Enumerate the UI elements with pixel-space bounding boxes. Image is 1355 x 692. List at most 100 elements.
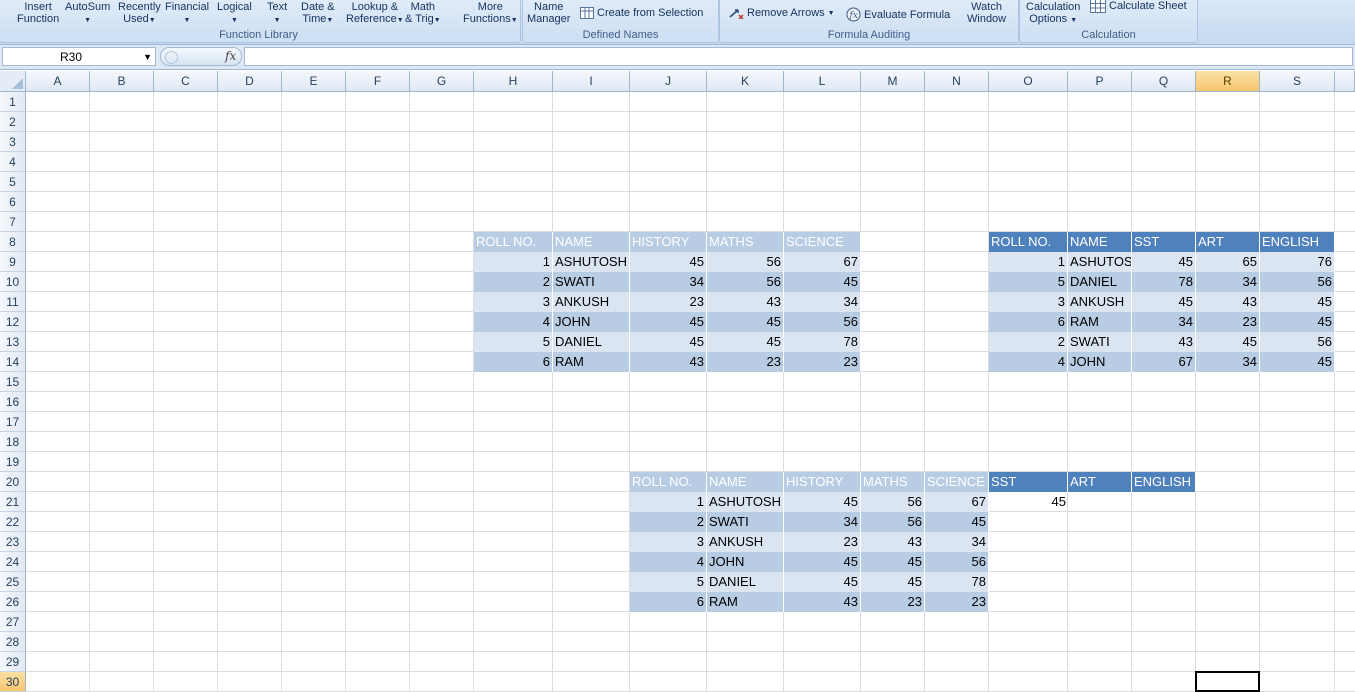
table2-header-cell[interactable]: SST xyxy=(1132,232,1196,252)
column-header-l[interactable]: L xyxy=(784,71,861,92)
table3-data-cell[interactable]: 56 xyxy=(861,492,925,512)
table2-data-cell[interactable]: 4 xyxy=(989,352,1068,372)
math-trig-button[interactable]: Math & Trig▼ xyxy=(405,1,441,27)
table2-data-cell[interactable]: DANIEL xyxy=(1068,272,1132,292)
table1-data-cell[interactable]: 34 xyxy=(630,272,707,292)
table1-data-cell[interactable]: 67 xyxy=(784,252,861,272)
table3-data-cell[interactable]: 5 xyxy=(630,572,707,592)
table3-data-cell[interactable]: 2 xyxy=(630,512,707,532)
table1-data-cell[interactable]: 23 xyxy=(630,292,707,312)
column-header-i[interactable]: I xyxy=(553,71,630,92)
table1-data-cell[interactable]: 45 xyxy=(707,312,784,332)
column-header-h[interactable]: H xyxy=(474,71,553,92)
row-header-13[interactable]: 13 xyxy=(0,332,26,352)
table1-data-cell[interactable]: DANIEL xyxy=(553,332,630,352)
table1-data-cell[interactable]: 56 xyxy=(784,312,861,332)
table1-data-cell[interactable]: 2 xyxy=(474,272,553,292)
table2-data-cell[interactable]: 65 xyxy=(1196,252,1260,272)
table2-data-cell[interactable]: ANKUSH xyxy=(1068,292,1132,312)
table1-data-cell[interactable]: 23 xyxy=(707,352,784,372)
table3-data-cell[interactable]: 34 xyxy=(925,532,989,552)
table1-data-cell[interactable]: 3 xyxy=(474,292,553,312)
table2-data-cell[interactable]: 45 xyxy=(1260,292,1335,312)
name-manager-button[interactable]: Name Manager xyxy=(527,1,570,25)
column-header-d[interactable]: D xyxy=(218,71,282,92)
row-header-15[interactable]: 15 xyxy=(0,372,26,392)
logical-button[interactable]: Logical ▼ xyxy=(217,1,252,27)
table3-header-cell[interactable]: ROLL NO. xyxy=(630,472,707,492)
row-header-19[interactable]: 19 xyxy=(0,452,26,472)
formula-bar-expand-icon[interactable] xyxy=(165,51,178,64)
name-box-dropdown-icon[interactable]: ▼ xyxy=(143,48,152,67)
column-header-o[interactable]: O xyxy=(989,71,1068,92)
table2-data-cell[interactable]: 76 xyxy=(1260,252,1335,272)
table3-data-cell[interactable]: 23 xyxy=(925,592,989,612)
row-header-30[interactable]: 30 xyxy=(0,672,26,692)
column-header-a[interactable]: A xyxy=(26,71,90,92)
table1-data-cell[interactable]: 45 xyxy=(707,332,784,352)
table3-data-cell[interactable]: RAM xyxy=(707,592,784,612)
column-header-partial[interactable] xyxy=(1335,71,1355,92)
row-header-27[interactable]: 27 xyxy=(0,612,26,632)
table1-header-cell[interactable]: ROLL NO. xyxy=(474,232,553,252)
column-header-r[interactable]: R xyxy=(1196,71,1260,92)
table3-data-cell[interactable]: 45 xyxy=(784,552,861,572)
table1-data-cell[interactable]: 56 xyxy=(707,252,784,272)
table2-data-cell[interactable]: 45 xyxy=(1196,332,1260,352)
table1-data-cell[interactable]: 23 xyxy=(784,352,861,372)
table3-data-cell[interactable]: 4 xyxy=(630,552,707,572)
table2-header-cell[interactable]: ENGLISH xyxy=(1260,232,1335,252)
table1-data-cell[interactable]: ANKUSH xyxy=(553,292,630,312)
table3-data-cell[interactable]: 34 xyxy=(784,512,861,532)
table3-data-cell[interactable]: ANKUSH xyxy=(707,532,784,552)
column-header-j[interactable]: J xyxy=(630,71,707,92)
table2-data-cell[interactable]: 34 xyxy=(1196,352,1260,372)
table2-data-cell[interactable]: 45 xyxy=(1132,252,1196,272)
column-header-c[interactable]: C xyxy=(154,71,218,92)
calculation-options-button[interactable]: Calculation Options ▼ xyxy=(1026,1,1080,27)
table3-data-cell[interactable]: 67 xyxy=(925,492,989,512)
row-header-20[interactable]: 20 xyxy=(0,472,26,492)
table3-data-cell[interactable]: JOHN xyxy=(707,552,784,572)
table3-data-cell[interactable]: 56 xyxy=(925,552,989,572)
table3-data-cell[interactable]: 45 xyxy=(989,492,1068,512)
table2-data-cell[interactable]: 3 xyxy=(989,292,1068,312)
table3-data-cell[interactable]: 78 xyxy=(925,572,989,592)
table1-data-cell[interactable]: 45 xyxy=(630,252,707,272)
formula-input[interactable] xyxy=(244,47,1353,66)
table2-header-cell[interactable]: ROLL NO. xyxy=(989,232,1068,252)
table2-data-cell[interactable]: 67 xyxy=(1132,352,1196,372)
table3-data-cell[interactable]: ASHUTOSH xyxy=(707,492,784,512)
row-header-8[interactable]: 8 xyxy=(0,232,26,252)
table2-data-cell[interactable]: 34 xyxy=(1196,272,1260,292)
row-header-1[interactable]: 1 xyxy=(0,92,26,112)
row-header-9[interactable]: 9 xyxy=(0,252,26,272)
column-header-b[interactable]: B xyxy=(90,71,154,92)
row-header-3[interactable]: 3 xyxy=(0,132,26,152)
select-all-button[interactable] xyxy=(0,71,26,92)
row-header-23[interactable]: 23 xyxy=(0,532,26,552)
table2-data-cell[interactable]: 45 xyxy=(1132,292,1196,312)
row-header-17[interactable]: 17 xyxy=(0,412,26,432)
watch-window-button[interactable]: Watch Window xyxy=(967,1,1006,25)
text-button[interactable]: Text ▼ xyxy=(267,1,287,27)
name-box[interactable]: R30 ▼ xyxy=(2,47,156,66)
table2-data-cell[interactable]: 2 xyxy=(989,332,1068,352)
table1-data-cell[interactable]: 43 xyxy=(630,352,707,372)
table1-header-cell[interactable]: SCIENCE xyxy=(784,232,861,252)
column-header-e[interactable]: E xyxy=(282,71,346,92)
calculate-sheet-button[interactable]: Calculate Sheet xyxy=(1090,0,1187,13)
table2-data-cell[interactable]: JOHN xyxy=(1068,352,1132,372)
row-header-6[interactable]: 6 xyxy=(0,192,26,212)
table3-data-cell[interactable]: 56 xyxy=(861,512,925,532)
table3-data-cell[interactable]: 45 xyxy=(925,512,989,532)
table3-data-cell[interactable]: 43 xyxy=(861,532,925,552)
row-header-29[interactable]: 29 xyxy=(0,652,26,672)
table2-data-cell[interactable]: 6 xyxy=(989,312,1068,332)
row-header-7[interactable]: 7 xyxy=(0,212,26,232)
table3-header-cell[interactable]: ART xyxy=(1068,472,1132,492)
table1-header-cell[interactable]: NAME xyxy=(553,232,630,252)
table1-data-cell[interactable]: 45 xyxy=(630,332,707,352)
table2-data-cell[interactable]: SWATI xyxy=(1068,332,1132,352)
table3-data-cell[interactable]: 23 xyxy=(861,592,925,612)
